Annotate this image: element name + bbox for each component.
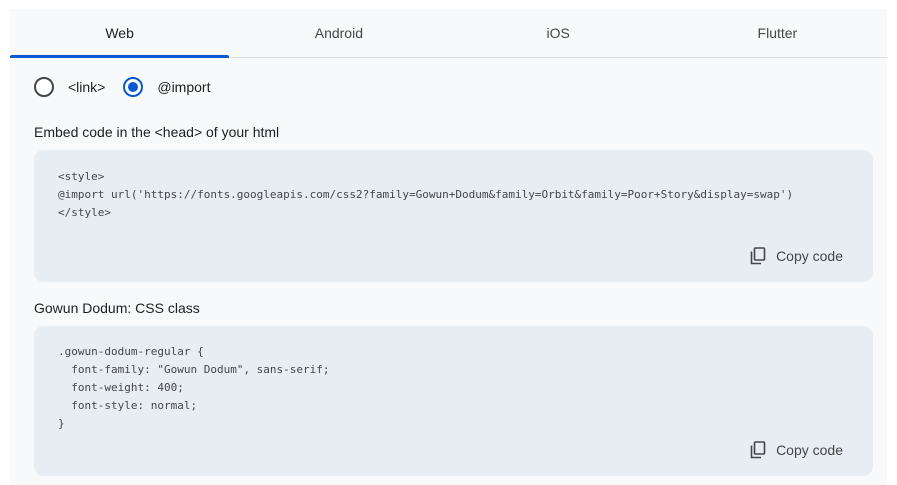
embed-copy-code-button[interactable]: Copy code [750, 240, 843, 272]
embed-copy-code-label: Copy code [776, 248, 843, 264]
css-class-heading: Gowun Dodum: CSS class [34, 300, 200, 316]
css-copy-code-label: Copy code [776, 442, 843, 458]
radio-option-link[interactable]: <link> [34, 77, 105, 97]
embed-code-text: <style> @import url('https://fonts.googl… [58, 170, 794, 219]
tab-flutter-label: Flutter [757, 25, 798, 41]
tab-web[interactable]: Web [10, 9, 230, 58]
embed-code-heading: Embed code in the <head> of your html [34, 124, 280, 140]
tab-ios-label: iOS [546, 25, 570, 41]
radio-option-import[interactable]: @import [123, 77, 210, 97]
radio-link-label: <link> [68, 79, 106, 95]
css-copy-code-button[interactable]: Copy code [750, 434, 843, 466]
copy-icon [750, 247, 766, 265]
tab-flutter[interactable]: Flutter [668, 9, 887, 57]
embed-code-block: <style> @import url('https://fonts.googl… [34, 150, 873, 282]
tab-ios[interactable]: iOS [449, 9, 668, 57]
radio-import-button[interactable] [123, 77, 144, 97]
tab-android-label: Android [314, 25, 363, 41]
tab-web-label: Web [105, 25, 134, 41]
embed-type-radio-group: <link> @import [34, 67, 228, 107]
css-class-code-block: .gowun-dodum-regular { font-family: "Gow… [34, 326, 873, 476]
css-class-code-text: .gowun-dodum-regular { font-family: "Gow… [58, 345, 330, 430]
tab-android[interactable]: Android [229, 9, 448, 57]
platform-tabs: Web Android iOS Flutter [10, 9, 887, 58]
copy-icon [750, 441, 766, 459]
radio-import-label: @import [157, 79, 211, 95]
radio-link-button[interactable] [34, 77, 54, 97]
